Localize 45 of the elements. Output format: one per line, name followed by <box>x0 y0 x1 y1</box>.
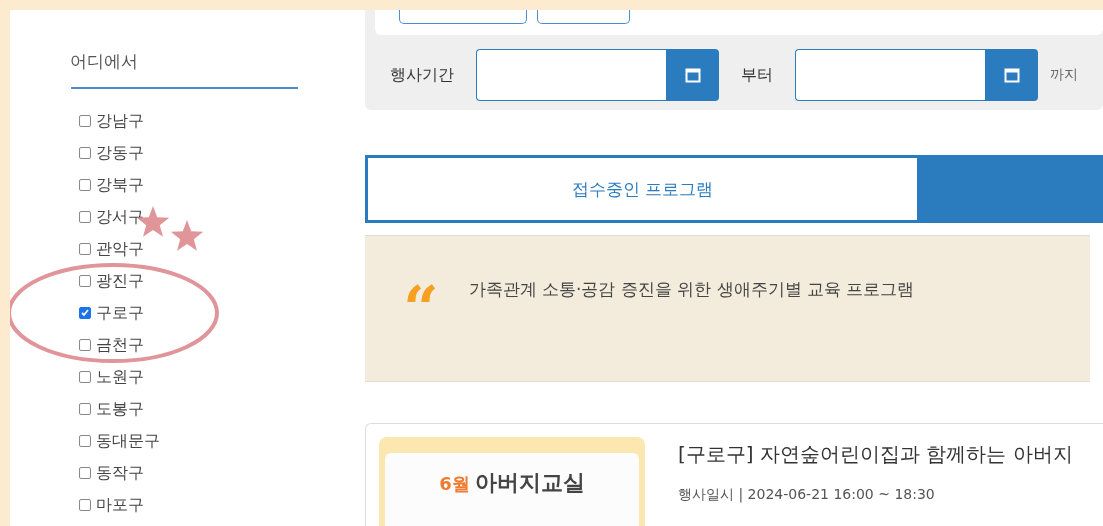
section-title: 어디에서 <box>70 50 138 73</box>
checkbox[interactable] <box>79 371 91 383</box>
checkbox-label: 구로구 <box>96 302 144 324</box>
program-date: 행사일시 | 2024-06-21 16:00 ~ 18:30 <box>678 486 936 504</box>
date-field[interactable] <box>795 49 985 101</box>
checkbox-label: 강동구 <box>96 142 144 164</box>
star-annotation <box>170 220 204 251</box>
checkbox[interactable] <box>79 499 91 511</box>
program-card[interactable]: 6월 아버지교실 [구로구] 자연숲어린이집과 함께하는 아버지 행사일시 | 2024-06-21 16:00 ~ 18:30 <box>365 423 1103 526</box>
field-label: 부터 <box>741 64 773 86</box>
program-title[interactable]: [구로구] 자연숲어린이집과 함께하는 아버지 <box>678 441 1073 468</box>
field-label: 까지 <box>1050 66 1078 84</box>
checkbox[interactable] <box>79 307 91 319</box>
tab[interactable]: 접수중인 프로그램 <box>365 155 920 223</box>
checkbox-label: 강북구 <box>96 174 144 196</box>
checkbox[interactable] <box>79 115 91 127</box>
checkbox-label: 동작구 <box>96 462 144 484</box>
checkbox[interactable] <box>79 403 91 415</box>
field-label: 행사기간 <box>390 64 454 86</box>
checkbox[interactable] <box>79 211 91 223</box>
calendar-icon <box>1003 67 1020 83</box>
calendar-button[interactable] <box>985 49 1038 101</box>
checkbox[interactable] <box>79 467 91 479</box>
thumbnail-month: 6월 <box>439 472 470 496</box>
date-field[interactable] <box>476 49 666 101</box>
checkbox[interactable] <box>79 147 91 159</box>
thumbnail-title: 아버지교실 <box>474 469 585 497</box>
checkbox-label: 동대문구 <box>96 430 160 452</box>
checkbox-label: 강서구 <box>96 206 144 228</box>
checkbox[interactable] <box>79 243 91 255</box>
calendar-button[interactable] <box>666 49 719 101</box>
checkbox-label: 강남구 <box>96 110 144 132</box>
checkbox-label: 광진구 <box>96 270 144 292</box>
checkbox[interactable] <box>79 179 91 191</box>
checkbox[interactable] <box>79 435 91 447</box>
calendar-icon <box>684 67 701 83</box>
quote-mark: “ <box>403 278 439 338</box>
checkbox-label: 금천구 <box>96 334 144 356</box>
checkbox[interactable] <box>79 339 91 351</box>
checkbox-label: 노원구 <box>96 366 144 388</box>
checkbox-label: 도봉구 <box>96 398 144 420</box>
banner-text: 가족관계 소통·공감 증진을 위한 생애주기별 교육 프로그램 <box>468 278 915 300</box>
checkbox[interactable] <box>79 275 91 287</box>
checkbox-label: 마포구 <box>96 494 144 516</box>
checkbox-label: 관악구 <box>96 238 144 260</box>
